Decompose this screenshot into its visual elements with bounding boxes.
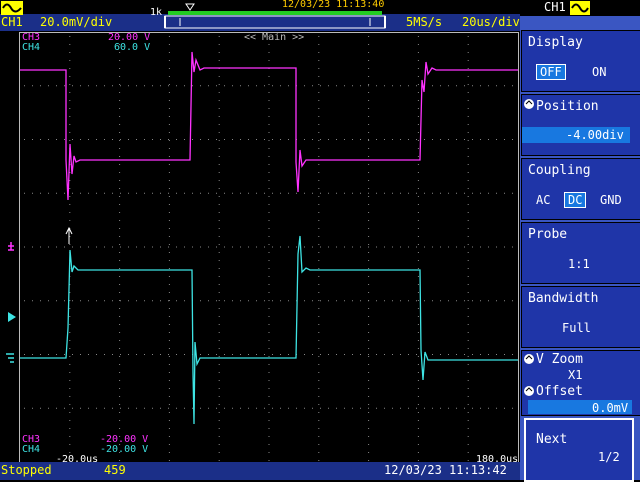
vzoom-offset-option[interactable]: V Zoom X1 Offset 0.0mV xyxy=(521,350,640,416)
coupling-title: Coupling xyxy=(528,163,591,178)
bandwidth-title: Bandwidth xyxy=(528,291,599,306)
display-off-option[interactable]: OFF xyxy=(536,64,566,80)
ch4-label-top: CH4 xyxy=(22,42,41,53)
sample-rate: 5MS/s xyxy=(406,15,443,29)
probe-value: 1:1 xyxy=(568,257,590,271)
coupling-gnd[interactable]: GND xyxy=(600,193,622,207)
volts-per-div: 20.0mV/div xyxy=(40,15,113,29)
status-bar: Stopped 459 12/03/23 11:13:42 xyxy=(0,462,520,480)
ch1-wave-icon xyxy=(1,1,23,15)
vzoom-knob-icon xyxy=(524,354,534,364)
channel-label: CH1 xyxy=(1,15,23,29)
memory-position-bar[interactable] xyxy=(160,2,390,30)
status-timestamp: 12/03/23 11:13:42 xyxy=(384,463,507,477)
vzoom-title: V Zoom xyxy=(536,352,583,367)
offset-value[interactable]: 0.0mV xyxy=(592,401,628,415)
display-title: Display xyxy=(528,35,583,50)
ch4-bottom-value: -20.00 V xyxy=(100,444,149,455)
probe-option[interactable]: Probe 1:1 xyxy=(521,222,640,284)
acquisition-count: 459 xyxy=(104,463,126,477)
menu-wave-icon xyxy=(570,1,590,15)
display-option[interactable]: Display OFF ON xyxy=(521,30,640,92)
acquisition-state: Stopped xyxy=(1,463,52,477)
bandwidth-option[interactable]: Bandwidth Full xyxy=(521,286,640,348)
vzoom-value: X1 xyxy=(568,368,583,382)
top-bar: CH1 20.0mV/div 1k 12/03/23 11:13:40 5MS/… xyxy=(0,0,520,32)
time-per-div: 20us/div xyxy=(462,15,520,29)
position-value[interactable]: -4.00div xyxy=(566,128,624,142)
rotary-knob-icon xyxy=(524,99,534,109)
ch4-scale: 60.0 V xyxy=(114,42,151,53)
waveform-display[interactable] xyxy=(0,32,520,462)
probe-title: Probe xyxy=(528,227,568,242)
main-timebase-label: << Main >> xyxy=(244,32,305,43)
position-option[interactable]: Position -4.00div xyxy=(521,94,640,156)
menu-channel-title: CH1 xyxy=(544,0,566,14)
bandwidth-value: Full xyxy=(562,321,591,335)
display-on-option[interactable]: ON xyxy=(592,65,606,79)
offset-title: Offset xyxy=(536,384,583,399)
offset-knob-icon xyxy=(524,386,534,396)
channel-menu: CH1 Display OFF ON Position -4.00div Cou… xyxy=(520,0,640,482)
coupling-option[interactable]: Coupling AC DC GND xyxy=(521,158,640,220)
ch4-label-bottom: CH4 xyxy=(22,444,41,455)
next-page-indicator: 1/2 xyxy=(598,450,620,464)
position-title: Position xyxy=(536,99,599,114)
coupling-ac[interactable]: AC xyxy=(536,193,550,207)
coupling-dc[interactable]: DC xyxy=(564,192,587,208)
next-page-button[interactable]: Next 1/2 xyxy=(524,418,634,482)
menu-header: CH1 xyxy=(520,0,640,16)
next-title: Next xyxy=(536,432,568,447)
